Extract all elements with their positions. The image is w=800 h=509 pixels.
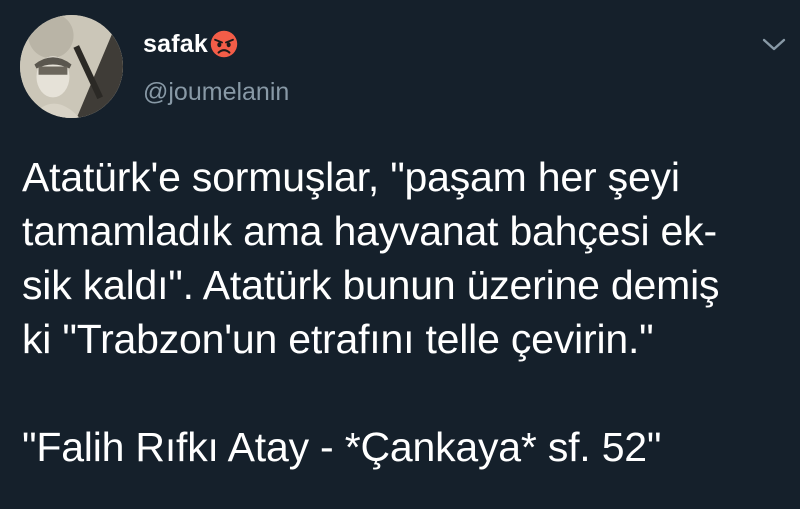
tweet-card: safak @joumelanin Atatürk'e sormuşlar, "… (0, 0, 800, 509)
tweet-line: Atatürk'e sormuşlar, "paşam her şeyi (22, 154, 680, 200)
avatar[interactable] (20, 15, 123, 118)
user-name-row[interactable]: safak (143, 27, 238, 61)
tweet-text: Atatürk'e sormuşlar, "paşam her şeyi tam… (22, 150, 792, 474)
user-handle[interactable]: @joumelanin (143, 78, 289, 107)
display-name[interactable]: safak (143, 30, 208, 59)
tweet-line: tamamladık ama hayvanat bahçesi ek- (22, 208, 717, 254)
avatar-image (20, 15, 123, 118)
tweet-line: ki "Trabzon'un etrafını telle çevirin." (22, 316, 654, 362)
angry-face-icon (210, 30, 238, 58)
tweet-quote: "Falih Rıfkı Atay - *Çankaya* sf. 52" (22, 424, 662, 470)
chevron-down-icon[interactable] (761, 36, 787, 54)
tweet-line: sik kaldı". Atatürk bunun üzerine demiş (22, 262, 720, 308)
